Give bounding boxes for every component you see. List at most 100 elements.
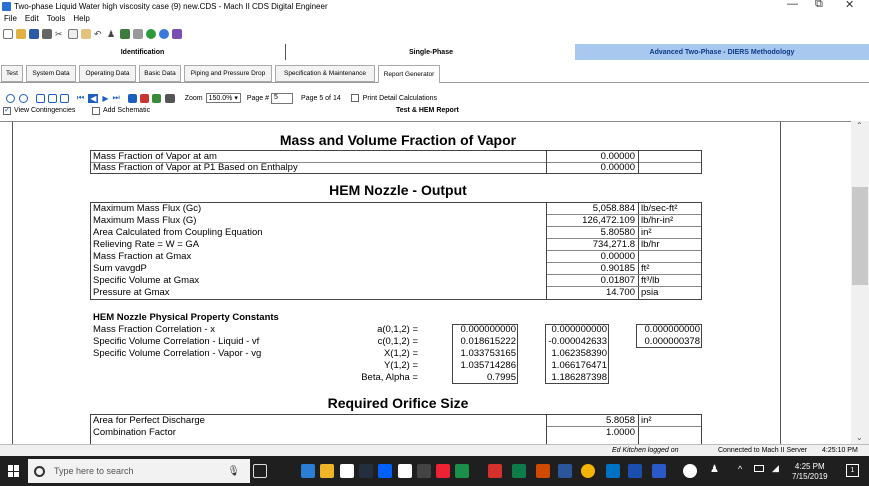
copy-icon[interactable] — [68, 29, 78, 39]
task-view-icon[interactable] — [253, 464, 267, 478]
powerpoint-icon[interactable] — [536, 464, 550, 478]
constants-label: Mass Fraction Correlation - x — [93, 324, 215, 335]
tab-piping-pressure-drop[interactable]: Piping and Pressure Drop — [184, 65, 272, 82]
help-icon[interactable] — [683, 464, 697, 478]
pdf-icon[interactable] — [139, 93, 149, 103]
tab-report-generator[interactable]: Report Generator — [378, 65, 440, 83]
new-file-icon[interactable] — [3, 29, 13, 39]
excel-icon[interactable] — [151, 93, 161, 103]
orifice-row-value: 1.0000 — [605, 427, 635, 438]
battery-icon[interactable] — [754, 465, 764, 472]
hem-row-value: 14.700 — [605, 287, 635, 298]
chrome-icon[interactable] — [581, 464, 595, 478]
settings-icon[interactable] — [417, 464, 431, 478]
edge-icon[interactable] — [301, 464, 315, 478]
tab-operating-data[interactable]: Operating Data — [79, 65, 136, 82]
orifice-title: Required Orifice Size — [327, 395, 469, 411]
mass-fraction-p1-label: Mass Fraction of Vapor at P1 Based on En… — [93, 162, 298, 173]
money-icon[interactable] — [455, 464, 469, 478]
scroll-up-icon[interactable]: ⌃ — [856, 121, 863, 130]
diagram-icon[interactable] — [133, 29, 143, 39]
tab-specification-maintenance[interactable]: Specification & Maintenance — [275, 65, 375, 82]
help-icon[interactable] — [159, 29, 169, 39]
file-explorer-icon[interactable] — [320, 464, 334, 478]
calculator-icon[interactable] — [120, 29, 130, 39]
hem-row-label: Relieving Rate = W = GA — [93, 239, 200, 250]
tab-test[interactable]: Test — [1, 65, 23, 82]
print-report-icon[interactable] — [164, 93, 175, 103]
hem-row-value: 5,058.884 — [592, 203, 635, 214]
constant-value: 1.035714286 — [460, 360, 516, 371]
window-title: Two-phase Liquid Water high viscosity ca… — [14, 1, 328, 11]
mach-ii-icon[interactable] — [652, 464, 666, 478]
orifice-row-unit: in² — [641, 415, 652, 426]
menu-tools[interactable]: Tools — [47, 14, 66, 23]
mail-icon[interactable] — [398, 464, 412, 478]
prev-page-icon[interactable]: ◀ — [88, 93, 99, 103]
minimize-button[interactable]: — — [787, 0, 798, 10]
notifications-icon[interactable]: 1 — [846, 464, 859, 477]
cut-icon[interactable]: ✂ — [55, 29, 65, 39]
menu-edit[interactable]: Edit — [25, 14, 39, 23]
scroll-thumb[interactable] — [852, 187, 868, 285]
tab-identification[interactable]: Identification — [0, 44, 286, 60]
first-page-icon[interactable]: ⏮ — [77, 93, 84, 103]
close-button[interactable]: ✕ — [845, 0, 854, 11]
store-icon[interactable] — [340, 464, 354, 478]
constant-value: -0.000042633 — [548, 336, 607, 347]
search-placeholder: Type here to search — [54, 466, 134, 476]
taskbar-search-box[interactable]: Type here to search 🎙 — [28, 459, 250, 483]
single-page-icon[interactable] — [36, 93, 45, 103]
onenote-icon[interactable] — [628, 464, 642, 478]
open-folder-icon[interactable] — [16, 29, 26, 39]
calculator-app-icon[interactable] — [512, 464, 526, 478]
undo-icon[interactable]: ↶ — [94, 29, 104, 39]
restore-button[interactable]: ⧉ — [815, 0, 823, 11]
view-contingencies-checkbox[interactable] — [3, 105, 11, 115]
print-detail-checkbox[interactable] — [350, 94, 359, 102]
hem-row-label: Maximum Mass Flux (Gc) — [93, 203, 202, 214]
volume-icon[interactable]: ◢ — [772, 463, 779, 474]
view-contingencies-label: View Contingencies — [14, 107, 76, 114]
dropbox-icon[interactable] — [378, 464, 392, 478]
zoom-value: 150.0% — [208, 95, 233, 102]
menu-help[interactable]: Help — [73, 14, 89, 23]
app-icon[interactable] — [436, 464, 450, 478]
zoom-in-icon[interactable] — [6, 93, 15, 103]
paste-icon[interactable] — [81, 29, 91, 39]
export-icon[interactable] — [127, 93, 137, 103]
tab-system-data[interactable]: System Data — [26, 65, 76, 82]
page-margin-right — [780, 122, 781, 444]
hem-row-label: Area Calculated from Coupling Equation — [93, 227, 263, 238]
globe-icon[interactable] — [146, 29, 156, 39]
taskbar-clock[interactable]: 4:25 PM 7/15/2019 — [792, 462, 828, 482]
page-number-input[interactable]: 5 — [271, 92, 294, 104]
outlook-icon[interactable] — [606, 464, 620, 478]
microphone-icon[interactable]: 🎙 — [227, 466, 240, 477]
tab-basic-data[interactable]: Basic Data — [139, 65, 181, 82]
word-icon[interactable] — [558, 464, 572, 478]
amazon-icon[interactable] — [359, 464, 373, 478]
next-page-icon[interactable]: ▶ — [102, 94, 108, 103]
zoom-select[interactable]: 150.0% ▾ — [205, 93, 241, 103]
connect-icon[interactable] — [172, 29, 182, 39]
save-icon[interactable] — [29, 29, 39, 39]
last-page-icon[interactable]: ⏭ — [113, 93, 120, 103]
vertical-scrollbar[interactable]: ⌃ ⌄ — [851, 121, 869, 444]
user-icon[interactable]: ♟ — [107, 29, 117, 39]
tab-single-phase[interactable]: Single-Phase — [287, 44, 575, 60]
people-icon[interactable]: ♟ — [710, 464, 724, 478]
add-schematic-checkbox[interactable] — [92, 107, 100, 115]
scroll-down-icon[interactable]: ⌄ — [856, 433, 863, 442]
hem-row-value: 734,271.8 — [592, 239, 635, 250]
two-page-icon[interactable] — [48, 93, 57, 103]
print-icon[interactable] — [42, 29, 52, 39]
menu-file[interactable]: File — [4, 14, 17, 23]
windows-start-icon[interactable] — [8, 465, 20, 477]
acrobat-icon[interactable] — [488, 464, 502, 478]
multi-page-icon[interactable] — [60, 93, 69, 103]
chevron-up-icon[interactable]: ^ — [738, 464, 742, 474]
zoom-out-icon[interactable] — [19, 93, 28, 103]
col-divider — [638, 415, 639, 444]
tab-advanced-two-phase[interactable]: Advanced Two-Phase - DIERS Methodology — [575, 44, 869, 60]
